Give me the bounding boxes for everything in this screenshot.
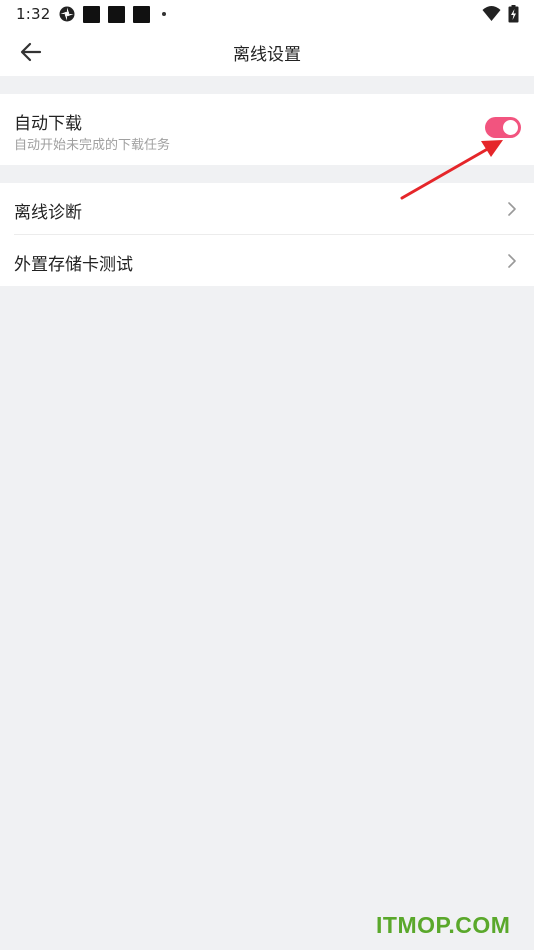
app-bar: 离线设置 <box>0 28 534 76</box>
status-bar: 1:32 <box>0 0 534 28</box>
menu-item-label: 离线诊断 <box>14 203 82 223</box>
menu-item-offline-diagnosis[interactable]: 离线诊断 <box>0 183 534 235</box>
settings-gear-icon <box>59 6 75 22</box>
battery-icon <box>508 5 519 23</box>
notification-icon <box>108 6 125 23</box>
toggle-knob <box>503 120 518 135</box>
menu-item-sd-card-test[interactable]: 外置存储卡测试 <box>0 235 534 286</box>
notification-icon <box>83 6 100 23</box>
settings-menu-list: 离线诊断 外置存储卡测试 <box>0 183 534 286</box>
wifi-icon <box>482 6 501 21</box>
chevron-right-icon <box>508 254 516 268</box>
page-title: 离线设置 <box>233 45 301 65</box>
menu-item-label: 外置存储卡测试 <box>14 255 133 275</box>
watermark-text: ITMOP.COM <box>376 912 511 938</box>
auto-download-setting: 自动下载 自动开始未完成的下载任务 <box>0 94 534 165</box>
auto-download-toggle[interactable] <box>485 117 521 138</box>
status-time: 1:32 <box>16 5 51 23</box>
auto-download-subtitle: 自动开始未完成的下载任务 <box>14 138 171 153</box>
more-dot-icon <box>162 12 166 16</box>
chevron-right-icon <box>508 202 516 216</box>
notification-icon <box>133 6 150 23</box>
auto-download-title: 自动下载 <box>14 114 82 134</box>
